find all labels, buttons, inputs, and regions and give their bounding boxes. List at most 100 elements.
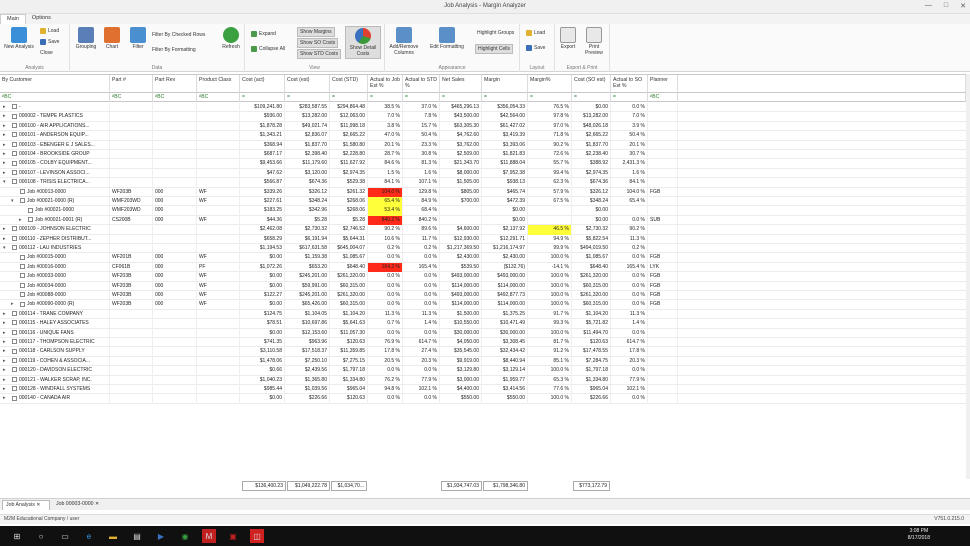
menu-main[interactable]: Main: [0, 14, 26, 24]
row-checkbox[interactable]: [20, 263, 25, 269]
table-row[interactable]: ▸ 000103 - EBENGER E J SALES... $368.94 $1,…: [0, 140, 966, 150]
row-checkbox[interactable]: [12, 169, 17, 175]
edit-formatting-button[interactable]: Edit Formatting: [427, 27, 467, 50]
task-view-icon[interactable]: ▭: [58, 529, 72, 543]
expand-row-icon[interactable]: ▸: [3, 310, 6, 319]
column-header-cost-act[interactable]: Cost (act): [240, 75, 285, 93]
edge-browser-icon[interactable]: e: [82, 529, 96, 543]
table-row[interactable]: ▸ - $109,241.80 $283,587.55 $294,864.48 38.5 …: [0, 103, 966, 113]
expand-row-icon[interactable]: ▾: [3, 178, 6, 187]
expand-row-icon[interactable]: ▸: [3, 347, 6, 356]
table-row[interactable]: Job #00016-0000 CF061B 000 PF $1,072.26 $653.…: [0, 262, 966, 273]
add-remove-columns-button[interactable]: Add/Remove Columns: [387, 27, 421, 56]
minimize-button[interactable]: —: [925, 2, 932, 10]
expand-row-icon[interactable]: ▸: [3, 169, 6, 178]
expand-row-icon[interactable]: ▸: [11, 300, 14, 309]
table-row[interactable]: ▾ 000108 - TRISIS ELECTRICA... $566.87 $674…: [0, 178, 966, 188]
load-analysis-button[interactable]: Load: [40, 28, 59, 34]
print-preview-button[interactable]: Print Preview: [581, 27, 607, 56]
column-header-actual-to-so-est[interactable]: Actual to SO Est %: [611, 75, 648, 93]
table-row[interactable]: ▸ 000120 - DAVIDSON ELECTRIC $0.66 $2,439.5…: [0, 366, 966, 376]
collapse-all-button[interactable]: Collapse All: [251, 46, 285, 52]
row-checkbox[interactable]: [12, 329, 17, 335]
column-header-margin[interactable]: Margin: [482, 75, 528, 93]
filter-cell-margin[interactable]: =: [482, 93, 528, 102]
row-checkbox[interactable]: [20, 254, 25, 260]
table-row[interactable]: ▸ 000109 - JOHNSON ELECTRIC $2,462.08 $2,73…: [0, 225, 966, 235]
table-row[interactable]: Job #00033-0000 WF203B 000 WF $0.00 $245,201.…: [0, 272, 966, 282]
table-row[interactable]: Job #00034-0000 WF203B 000 WF $0.00 $59,991.0…: [0, 281, 966, 291]
show-so-costs-toggle[interactable]: Show SO Costs: [297, 38, 339, 48]
table-row[interactable]: ▾ 000112 - LAU INDUSTRIES $1,194.53 $617,63…: [0, 244, 966, 254]
row-checkbox[interactable]: [12, 395, 17, 401]
expand-row-icon[interactable]: ▸: [3, 159, 6, 168]
chrome-icon[interactable]: ◉: [178, 529, 192, 543]
tab-job-analysis[interactable]: Job Analysis ✕: [2, 500, 50, 510]
filter-button[interactable]: Filter: [128, 27, 148, 50]
expand-row-icon[interactable]: ▸: [3, 122, 6, 131]
new-analysis-button[interactable]: New Analysis: [2, 27, 36, 50]
windows-start-icon[interactable]: ⊞: [10, 529, 24, 543]
filter-cell-planner[interactable]: ᴬBC: [648, 93, 678, 102]
table-row[interactable]: ▸ 000100 - AIR APPLICATIONS... $1,878.28 $4…: [0, 121, 966, 132]
filter-cell-cost-std[interactable]: =: [330, 93, 368, 102]
row-checkbox[interactable]: [12, 151, 17, 157]
table-row[interactable]: Job #00015-0000 WF201B 000 WF $0.00 $1,159.38…: [0, 253, 966, 263]
save-layout-button[interactable]: Save: [526, 45, 545, 51]
powershell-icon[interactable]: ▶: [154, 529, 168, 543]
expand-row-icon[interactable]: ▸: [3, 319, 6, 328]
row-checkbox[interactable]: [20, 292, 25, 298]
export-button[interactable]: Export: [557, 27, 579, 50]
expand-row-icon[interactable]: ▸: [3, 357, 6, 366]
highlight-groups-button[interactable]: Highlight Groups: [477, 30, 514, 36]
tab-job-00003[interactable]: Job 00003-0000 ✕: [53, 500, 109, 510]
row-checkbox[interactable]: [12, 132, 17, 138]
close-window-button[interactable]: ✕: [960, 2, 966, 10]
column-header-net-sales[interactable]: Net Sales: [440, 75, 482, 93]
expand-row-icon[interactable]: ▾: [11, 197, 14, 206]
m2m-app-icon[interactable]: M: [202, 529, 216, 543]
row-checkbox[interactable]: [20, 273, 25, 279]
row-checkbox[interactable]: [12, 348, 17, 354]
row-checkbox[interactable]: [12, 160, 17, 166]
expand-button[interactable]: Expand: [251, 31, 276, 37]
show-std-costs-toggle[interactable]: Show STD Costs: [297, 49, 342, 59]
filter-cell-part-rev[interactable]: ᴬBC: [153, 93, 197, 102]
row-checkbox[interactable]: [12, 339, 17, 345]
show-detail-costs-button[interactable]: Show Detail Costs: [345, 26, 381, 59]
filter-cell-actual-to-so-est[interactable]: =: [611, 93, 648, 102]
row-checkbox[interactable]: [12, 235, 17, 241]
column-header-actual-to-std[interactable]: Actual to STD %: [403, 75, 440, 93]
maximize-button[interactable]: □: [944, 2, 948, 10]
expand-row-icon[interactable]: ▸: [3, 112, 6, 121]
column-header-actual-to-job-est[interactable]: Actual to Job Est %: [368, 75, 403, 93]
load-layout-button[interactable]: Load: [526, 30, 545, 36]
row-checkbox[interactable]: [12, 245, 17, 251]
column-header-cost-so-est[interactable]: Cost (SO est): [572, 75, 611, 93]
search-icon[interactable]: ○: [34, 529, 48, 543]
table-row[interactable]: ▸ 000118 - CARLSON SUPPLY $3,110.58 $17,518…: [0, 347, 966, 357]
expand-row-icon[interactable]: ▸: [3, 329, 6, 338]
row-checkbox[interactable]: [12, 226, 17, 232]
highlight-cells-toggle[interactable]: Highlight Cells: [475, 44, 513, 54]
expand-row-icon[interactable]: ▸: [3, 366, 6, 375]
row-checkbox[interactable]: [12, 357, 17, 363]
column-header-planner[interactable]: Planner: [648, 75, 678, 93]
file-explorer-icon[interactable]: ▬: [106, 529, 120, 543]
table-row[interactable]: ▸ 000101 - ANDERSON EQUIP... $1,343.21 $2,8…: [0, 131, 966, 141]
table-row[interactable]: ▸ 000105 - COLBY EQUIPMENT... $9,453.66 $11…: [0, 159, 966, 169]
table-row[interactable]: Job #00088-0000 WF203B 000 WF $122.27 $245,20…: [0, 291, 966, 301]
table-row[interactable]: ▸ 000115 - HALEY ASSOCIATES $78.51 $10,697.…: [0, 319, 966, 329]
table-row[interactable]: ▸ 000110 - ZEPHER DISTRIBUT... $658.29 $6,1…: [0, 234, 966, 244]
table-row[interactable]: ▸ 000119 - COHEN & ASSOCIA... $1,478.06 $7,…: [0, 356, 966, 367]
row-checkbox[interactable]: [12, 113, 17, 119]
store-icon[interactable]: ▤: [130, 529, 144, 543]
row-checkbox[interactable]: [12, 122, 17, 128]
row-checkbox[interactable]: [12, 310, 17, 316]
close-tab-icon[interactable]: ✕: [36, 502, 40, 508]
menu-options[interactable]: Options: [26, 14, 57, 24]
column-header-cost-est[interactable]: Cost (est): [285, 75, 330, 93]
column-header-by-customer[interactable]: By Customer: [0, 75, 110, 93]
filter-cell-actual-to-std[interactable]: =: [403, 93, 440, 102]
table-row[interactable]: ▸ Job #00021-0001 (R) CS200B 000 WF $44.36 $5.…: [0, 215, 966, 226]
